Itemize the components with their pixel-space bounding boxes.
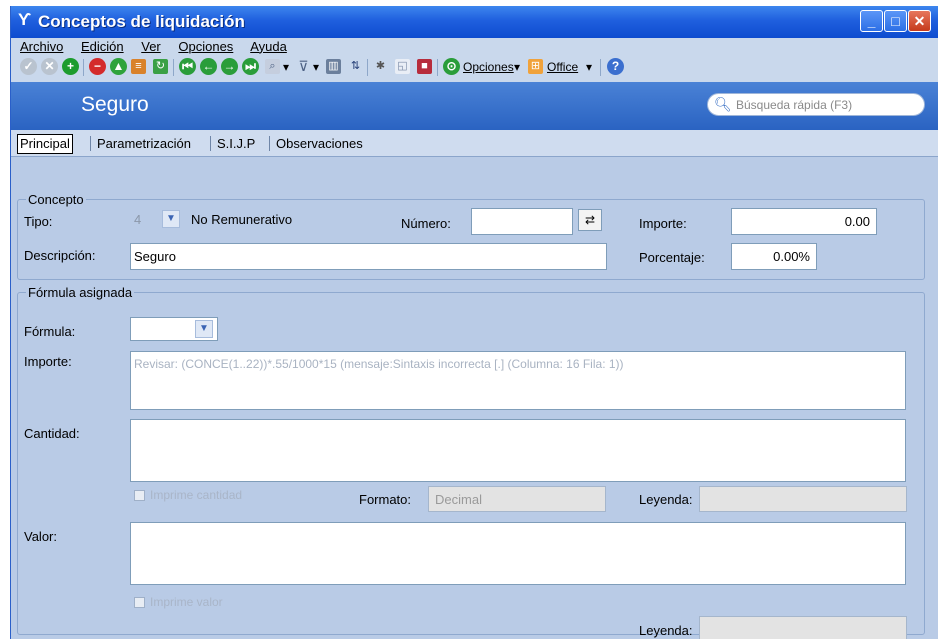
columns-icon[interactable]: ▥ (326, 59, 341, 74)
last-record-icon[interactable]: ⏭ (242, 58, 259, 75)
numero-input[interactable] (471, 208, 573, 235)
filter-icon[interactable]: ⊽ (296, 59, 311, 74)
importe-formula-label: Importe: (24, 354, 72, 369)
descripcion-label: Descripción: (24, 248, 96, 263)
chevron-down-icon[interactable]: ▼ (195, 320, 213, 338)
formula-select[interactable]: ▼ (130, 317, 218, 341)
descripcion-input[interactable]: Seguro (130, 243, 607, 270)
menu-bar: Archivo Edición Ver Opciones Ayuda ✓ ✕ +… (11, 38, 938, 82)
box-icon[interactable]: ■ (417, 59, 432, 74)
menu-ayuda[interactable]: Ayuda (250, 39, 287, 54)
binoculars-icon[interactable]: ⌕ (265, 59, 280, 74)
leyenda-input[interactable] (699, 486, 907, 512)
imprime-cantidad-checkbox[interactable] (134, 490, 145, 501)
document-icon[interactable]: ≡ (131, 59, 146, 74)
tipo-text: No Remunerativo (191, 212, 293, 227)
toolbar: ✓ ✕ + − ▲ ≡ ↻ ⏮ ← → ⏭ ⌕ ▾ ⊽ ▾ ▥ ⇅ ✱ ◱ ■ … (20, 57, 930, 79)
importe-label: Importe: (639, 216, 687, 231)
first-record-icon[interactable]: ⏮ (179, 58, 196, 75)
imprime-cantidad-label: Imprime cantidad (150, 488, 243, 502)
record-title: Seguro (81, 93, 149, 116)
tab-parametrizacion[interactable]: Parametrización (97, 135, 191, 153)
porcentaje-label: Porcentaje: (639, 250, 705, 265)
formato-select[interactable]: Decimal (428, 486, 606, 512)
leyenda2-input[interactable] (699, 616, 907, 639)
window-title: Conceptos de liquidación (38, 12, 245, 31)
window: ϒ Conceptos de liquidación _ □ ✕ Archivo… (10, 6, 938, 639)
app-icon: ϒ (18, 10, 32, 29)
imprime-valor-checkbox[interactable] (134, 597, 145, 608)
formato-label: Formato: (359, 492, 412, 507)
settings-icon[interactable]: ✱ (373, 59, 388, 74)
confirm-icon[interactable]: ✓ (20, 58, 37, 75)
formula-label: Fórmula: (24, 324, 76, 339)
quick-search-input[interactable]: 🔍︎ Búsqueda rápida (F3) (707, 93, 925, 116)
record-header: Seguro 🔍︎ Búsqueda rápida (F3) (11, 82, 938, 130)
tipo-value: 4 (134, 212, 142, 227)
tipo-select[interactable]: 4 ▼ (130, 209, 186, 230)
close-button[interactable]: ✕ (908, 10, 931, 32)
office-icon[interactable]: ⊞ (528, 59, 543, 74)
refresh-icon[interactable]: ↻ (153, 59, 168, 74)
menu-opciones[interactable]: Opciones (178, 39, 233, 54)
formula-legend: Fórmula asignada (28, 285, 133, 300)
tipo-label: Tipo: (24, 214, 53, 229)
up-icon[interactable]: ▲ (110, 58, 127, 75)
cantidad-textarea[interactable] (130, 419, 906, 482)
menu-edicion[interactable]: Edición (81, 39, 124, 54)
binoculars-dropdown-icon[interactable]: ▾ (283, 60, 289, 74)
concepto-legend: Concepto (28, 192, 84, 207)
cancel-icon[interactable]: ✕ (41, 58, 58, 75)
sort-icon[interactable]: ⇅ (348, 59, 363, 74)
previous-record-icon[interactable]: ← (200, 58, 217, 75)
menu-ver[interactable]: Ver (141, 39, 161, 54)
importe-input[interactable]: 0.00 (731, 208, 877, 235)
help-icon[interactable]: ? (607, 58, 624, 75)
leyenda-label: Leyenda: (639, 492, 693, 507)
cantidad-label: Cantidad: (24, 426, 80, 441)
maximize-button[interactable]: □ (884, 10, 907, 32)
search-icon: 🔍︎ (714, 96, 732, 112)
search-placeholder: Búsqueda rápida (F3) (736, 98, 853, 112)
tab-principal[interactable]: Principal (17, 134, 73, 154)
menu-archivo[interactable]: Archivo (20, 39, 63, 54)
filter-dropdown-icon[interactable]: ▾ (313, 60, 319, 74)
title-bar[interactable]: ϒ Conceptos de liquidación _ □ ✕ (11, 6, 938, 38)
tab-observaciones[interactable]: Observaciones (276, 135, 363, 153)
minimize-button[interactable]: _ (860, 10, 883, 32)
add-icon[interactable]: + (62, 58, 79, 75)
delete-icon[interactable]: − (89, 58, 106, 75)
office-menu-label[interactable]: Office (547, 60, 578, 74)
next-record-icon[interactable]: → (221, 58, 238, 75)
valor-label: Valor: (24, 529, 57, 544)
options-icon[interactable]: ⊙ (443, 58, 460, 75)
porcentaje-input[interactable]: 0.00% (731, 243, 817, 270)
leyenda2-label: Leyenda: (639, 623, 693, 638)
numero-label: Número: (401, 216, 451, 231)
office-dropdown-icon[interactable]: ▾ (586, 60, 592, 74)
valor-textarea[interactable] (130, 522, 906, 585)
preview-icon[interactable]: ◱ (395, 59, 410, 74)
tab-sijp[interactable]: S.I.J.P (217, 135, 255, 153)
number-picker-icon[interactable]: ⇄ (578, 209, 602, 231)
options-dropdown-icon[interactable]: ▾ (514, 60, 520, 74)
imprime-valor-label: Imprime valor (150, 595, 223, 609)
importe-formula-textarea[interactable]: Revisar: (CONCE(1..22))*.55/1000*15 (men… (130, 351, 906, 410)
tab-bar: Principal Parametrización S.I.J.P Observ… (11, 130, 938, 157)
options-menu-label[interactable]: Opciones (463, 60, 514, 74)
chevron-down-icon[interactable]: ▼ (162, 210, 180, 228)
